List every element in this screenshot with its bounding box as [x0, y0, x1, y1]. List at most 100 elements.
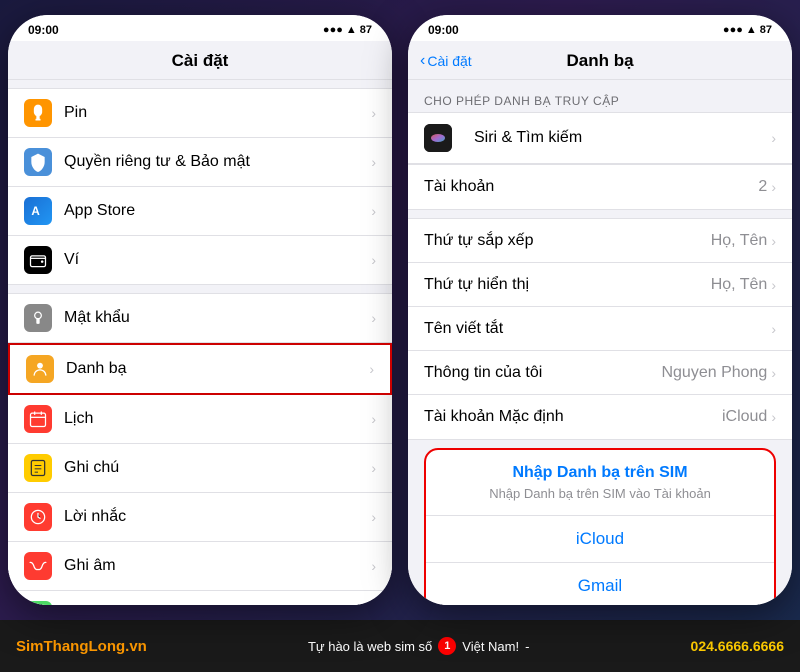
default-account-value: iCloud — [722, 408, 767, 426]
right-nav-title: Danh bạ — [566, 51, 633, 71]
display-order-item[interactable]: Thứ tự hiển thị Họ, Tên › — [408, 263, 792, 307]
modal-title: Nhập Danh bạ trên SIM — [442, 464, 758, 482]
password-label: Mật khẩu — [64, 309, 371, 327]
contacts-label: Danh bạ — [66, 360, 369, 378]
pin-chevron: › — [371, 105, 376, 121]
tagline-suffix: Việt Nam! — [462, 639, 519, 654]
my-info-label: Thông tin của tôi — [424, 364, 542, 382]
short-name-value-area: › — [771, 321, 776, 337]
short-name-chevron: › — [771, 321, 776, 337]
left-nav-bar: Cài đặt — [8, 41, 392, 80]
modal-option-icloud[interactable]: iCloud — [426, 516, 774, 563]
pin-icon — [24, 99, 52, 127]
calendar-label: Lịch — [64, 410, 371, 428]
modal-header: Nhập Danh bạ trên SIM Nhập Danh bạ trên … — [426, 450, 774, 507]
notes-chevron: › — [371, 460, 376, 476]
settings-item-password[interactable]: Mật khẩu › — [8, 294, 392, 343]
default-account-item[interactable]: Tài khoản Mặc định iCloud › — [408, 395, 792, 439]
sort-order-item[interactable]: Thứ tự sắp xếp Họ, Tên › — [408, 219, 792, 263]
right-detail-content: CHO PHÉP DANH BẠ TRUY CẬP Siri & Tìm kiế… — [408, 80, 792, 605]
settings-item-contacts[interactable]: Danh bạ › — [8, 343, 392, 395]
account-item[interactable]: Tài khoản 2 › — [408, 165, 792, 209]
appstore-chevron: › — [371, 203, 376, 219]
settings-item-appstore[interactable]: A App Store › — [8, 187, 392, 236]
modal-option-gmail[interactable]: Gmail — [426, 563, 774, 605]
svg-text:A: A — [31, 205, 40, 218]
wallet-chevron: › — [371, 252, 376, 268]
back-label: Cài đặt — [427, 53, 471, 69]
siri-item[interactable]: Siri & Tìm kiếm › — [408, 113, 792, 163]
signal-icon: ●●● — [323, 24, 343, 36]
phone-icon — [24, 601, 52, 605]
left-status-bar: 09:00 ●●● ▲ 87 — [8, 15, 392, 41]
modal-box: Nhập Danh bạ trên SIM Nhập Danh bạ trên … — [424, 448, 776, 605]
short-name-label: Tên viết tắt — [424, 320, 503, 338]
right-status-icons: ●●● ▲ 87 — [723, 24, 772, 36]
back-chevron-icon: ‹ — [420, 52, 425, 70]
left-nav-title: Cài đặt — [172, 51, 229, 70]
separator: - — [525, 639, 529, 654]
default-account-label: Tài khoản Mặc định — [424, 408, 564, 426]
privacy-label: Quyền riêng tư & Bảo mật — [64, 153, 371, 171]
wallet-label: Ví — [64, 251, 371, 269]
display-order-label: Thứ tự hiển thị — [424, 276, 529, 294]
account-chevron: › — [771, 179, 776, 195]
back-button[interactable]: ‹ Cài đặt — [420, 52, 472, 70]
voice-icon — [24, 552, 52, 580]
settings-item-privacy[interactable]: Quyền riêng tư & Bảo mật › — [8, 138, 392, 187]
voice-label: Ghi âm — [64, 557, 371, 575]
left-status-icons: ●●● ▲ 87 — [323, 24, 372, 36]
right-battery-icon: 87 — [760, 24, 772, 36]
left-settings-list[interactable]: Pin › Quyền riêng tư & Bảo mật › A — [8, 80, 392, 605]
settings-item-wallet[interactable]: Ví › — [8, 236, 392, 284]
my-info-value-area: Nguyen Phong › — [661, 364, 776, 382]
reminders-chevron: › — [371, 509, 376, 525]
my-info-item[interactable]: Thông tin của tôi Nguyen Phong › — [408, 351, 792, 395]
settings-item-calendar[interactable]: Lịch › — [8, 395, 392, 444]
settings-item-pin[interactable]: Pin › — [8, 89, 392, 138]
sort-order-value: Họ, Tên — [711, 232, 768, 250]
siri-section: CHO PHÉP DANH BẠ TRUY CẬP Siri & Tìm kiế… — [408, 88, 792, 164]
import-sim-modal: Nhập Danh bạ trên SIM Nhập Danh bạ trên … — [408, 448, 792, 605]
banner-tagline: Tự hào là web sim số 1 Việt Nam! - — [308, 637, 530, 655]
password-chevron: › — [371, 310, 376, 326]
sort-order-value-area: Họ, Tên › — [711, 232, 776, 250]
settings-item-notes[interactable]: Ghi chú › — [8, 444, 392, 493]
contacts-chevron: › — [369, 361, 374, 377]
default-account-chevron: › — [771, 409, 776, 425]
siri-group: Siri & Tìm kiếm › — [408, 112, 792, 164]
right-phone: 09:00 ●●● ▲ 87 ‹ Cài đặt Danh bạ CHO PHÉ… — [408, 15, 792, 605]
password-icon — [24, 304, 52, 332]
account-section: Tài khoản 2 › — [408, 164, 792, 210]
right-wifi-icon: ▲ — [746, 24, 757, 36]
right-nav-bar: ‹ Cài đặt Danh bạ — [408, 41, 792, 80]
settings-item-phone[interactable]: Điện thoại › — [8, 591, 392, 605]
bottom-banner: SimThangLong.vn Tự hào là web sim số 1 V… — [0, 620, 800, 672]
default-account-value-area: iCloud › — [722, 408, 776, 426]
contacts-detail-group: Thứ tự sắp xếp Họ, Tên › Thứ tự hiển thị… — [408, 218, 792, 440]
my-info-value: Nguyen Phong — [661, 364, 767, 382]
right-time: 09:00 — [428, 23, 459, 37]
siri-icon — [424, 124, 452, 152]
calendar-chevron: › — [371, 411, 376, 427]
right-signal-icon: ●●● — [723, 24, 743, 36]
reminders-icon — [24, 503, 52, 531]
account-label: Tài khoản — [424, 178, 494, 196]
sort-order-chevron: › — [771, 233, 776, 249]
appstore-icon: A — [24, 197, 52, 225]
right-status-bar: 09:00 ●●● ▲ 87 — [408, 15, 792, 41]
my-info-chevron: › — [771, 365, 776, 381]
short-name-item[interactable]: Tên viết tắt › — [408, 307, 792, 351]
siri-label: Siri & Tìm kiếm — [474, 129, 582, 147]
allow-access-header: CHO PHÉP DANH BẠ TRUY CẬP — [408, 88, 792, 112]
siri-chevron: › — [771, 130, 776, 146]
settings-item-voice[interactable]: Ghi âm › — [8, 542, 392, 591]
settings-group-top: Pin › Quyền riêng tư & Bảo mật › A — [8, 88, 392, 285]
wallet-icon — [24, 246, 52, 274]
calendar-icon — [24, 405, 52, 433]
contacts-icon — [26, 355, 54, 383]
settings-item-reminders[interactable]: Lời nhắc › — [8, 493, 392, 542]
left-time: 09:00 — [28, 23, 59, 37]
tagline-text: Tự hào là web sim số — [308, 639, 432, 654]
modal-subtitle: Nhập Danh bạ trên SIM vào Tài khoản — [442, 486, 758, 501]
